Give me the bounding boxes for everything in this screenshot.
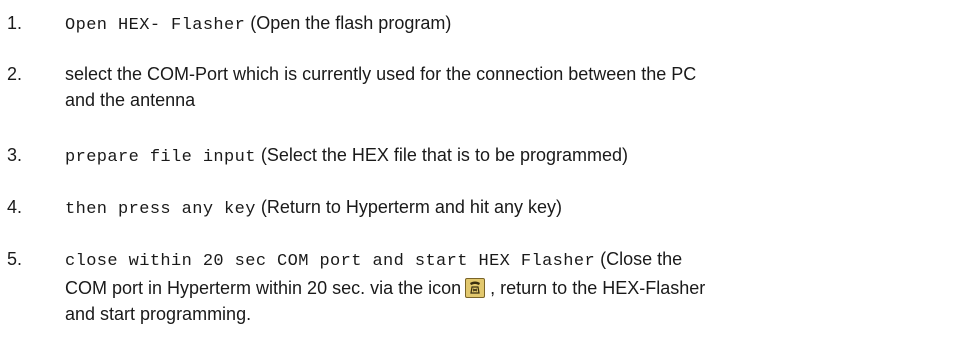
step-description: (Open the flash program) — [245, 13, 452, 33]
step-number: 3. — [7, 145, 23, 165]
step-description: (Select the HEX file that is to be progr… — [255, 145, 629, 165]
step-number: 5. — [7, 249, 23, 269]
step-line: select the COM-Port which is currently u… — [65, 64, 697, 84]
instruction-list: 1. Open HEX- Flasher (Open the flash pro… — [0, 0, 967, 349]
step-line: close within 20 sec COM port and start H… — [65, 246, 967, 275]
step-description: , return to the HEX-Flasher — [490, 278, 706, 298]
step-command: close within 20 sec COM port and start H… — [65, 252, 596, 271]
step-command: Open HEX- Flasher — [65, 16, 246, 35]
step-text: close within 20 sec COM port and start H… — [65, 246, 967, 327]
step-text: Open HEX- Flasher (Open the flash progra… — [65, 10, 967, 39]
step-number: 2. — [7, 64, 23, 84]
step-number: 4. — [7, 197, 23, 217]
step-description: (Close the — [595, 249, 683, 269]
step-command: prepare file input — [65, 148, 256, 167]
step-line: and start programming. — [65, 304, 252, 324]
step-line: and the antenna — [65, 90, 196, 110]
disconnect-phone-icon — [465, 278, 486, 298]
step-number: 1. — [7, 13, 23, 33]
step-text: prepare file input (Select the HEX file … — [65, 142, 967, 171]
step-command: then press any key — [65, 200, 256, 219]
step-line: COM port in Hyperterm within 20 sec. via… — [65, 275, 967, 301]
step-text: select the COM-Port which is currently u… — [65, 61, 967, 113]
step-text: then press any key (Return to Hyperterm … — [65, 194, 967, 223]
step-description: COM port in Hyperterm within 20 sec. via… — [65, 278, 462, 298]
step-description: (Return to Hyperterm and hit any key) — [255, 197, 562, 217]
